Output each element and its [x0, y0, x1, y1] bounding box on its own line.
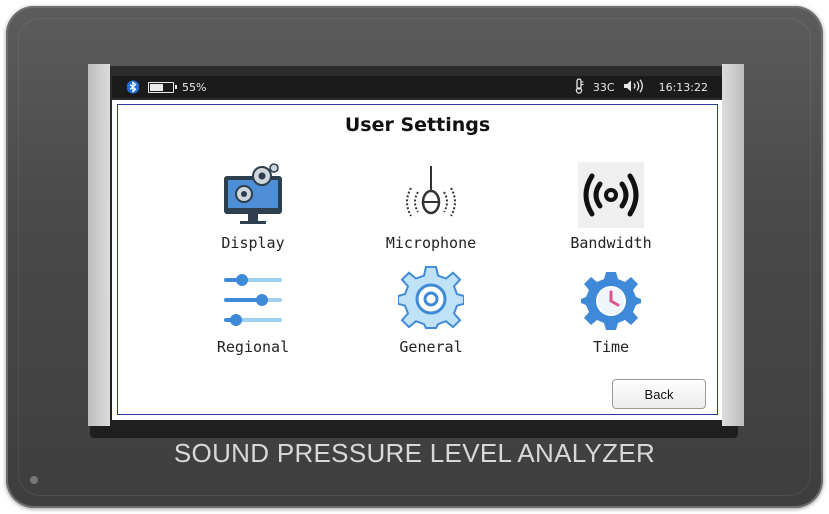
clock-gear-icon	[581, 270, 641, 334]
settings-tile-label: Microphone	[385, 234, 477, 252]
thermometer-icon	[573, 77, 585, 97]
settings-tile-label: Regional	[216, 338, 290, 356]
back-button[interactable]: Back	[612, 379, 706, 409]
settings-tile-label: General	[399, 338, 463, 356]
device-brand-label: SOUND PRESSURE LEVEL ANALYZER	[173, 438, 656, 468]
page-title: User Settings	[344, 114, 491, 136]
clock-time: 16:13:22	[658, 80, 708, 94]
settings-tile-regional[interactable]: Regional	[188, 266, 318, 366]
signal-waves-icon	[578, 162, 644, 232]
settings-tile-general[interactable]: General	[366, 265, 496, 366]
battery-level-fill	[150, 83, 164, 91]
bluetooth-icon	[126, 80, 140, 94]
temperature-reading: 33C	[592, 80, 615, 94]
battery-percent: 55%	[182, 80, 207, 94]
side-plate-left	[88, 64, 110, 426]
side-plate-right	[722, 64, 744, 426]
settings-tile-label: Display	[221, 234, 285, 252]
settings-tile-microphone[interactable]: Microphone	[366, 160, 496, 260]
microphone-icon	[398, 164, 464, 232]
sliders-icon	[222, 270, 284, 334]
gear-icon	[397, 265, 465, 336]
status-bar: 55% 33C 16:13:22	[112, 76, 722, 98]
settings-tile-bandwidth[interactable]: Bandwidth	[546, 160, 676, 260]
corner-screw	[30, 476, 38, 484]
settings-tile-label: Time	[592, 338, 630, 356]
settings-tile-label: Bandwidth	[570, 234, 652, 252]
speaker-icon[interactable]	[623, 78, 645, 96]
settings-tile-display[interactable]: Display	[188, 160, 318, 260]
monitor-gears-icon	[220, 162, 286, 232]
settings-tile-time[interactable]: Time	[546, 266, 676, 366]
battery-icon	[148, 81, 177, 93]
